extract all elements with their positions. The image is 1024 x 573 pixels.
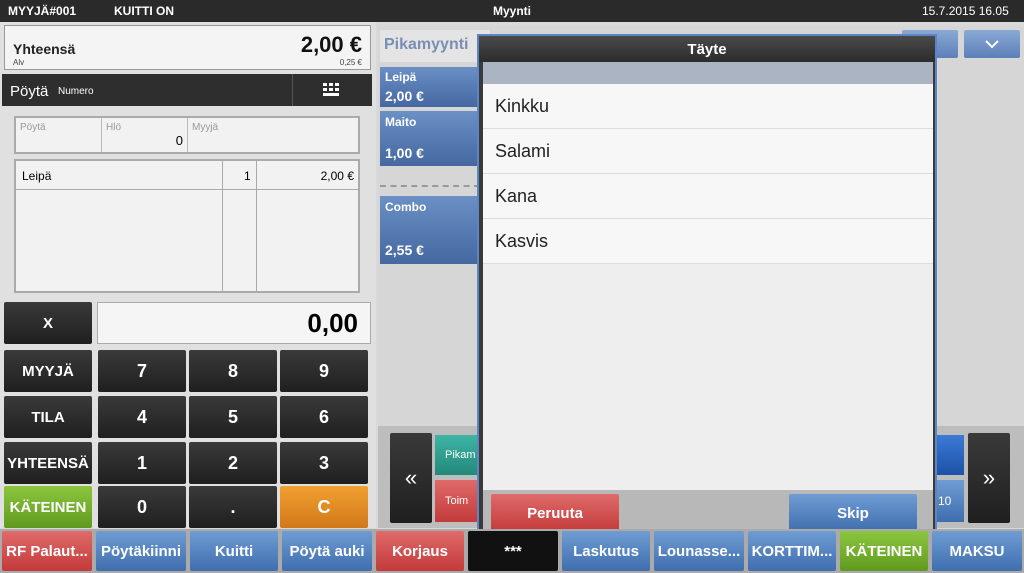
seller-label: MYYJÄ#001 [8, 4, 77, 18]
top-bar: MYYJÄ#001 KUITTI ON Myynti 15.7.2015 16.… [0, 0, 1024, 22]
dialog-spacer [483, 62, 933, 84]
key-5[interactable]: 5 [189, 396, 277, 438]
yhteensa-button[interactable]: YHTEENSÄ [4, 442, 92, 484]
category-tile-label: Pikam [445, 449, 476, 461]
maksu-button[interactable]: MAKSU [932, 531, 1022, 571]
keyboard-icon [322, 83, 339, 96]
category-tile-label: Toim [445, 495, 469, 507]
key-1[interactable]: 1 [98, 442, 186, 484]
dialog-item-kinkku[interactable]: Kinkku [483, 84, 933, 129]
next-page-button[interactable]: » [968, 433, 1010, 523]
hlo-field[interactable]: Hlö 0 [102, 118, 188, 152]
kateinen-button[interactable]: KÄTEINEN [840, 531, 928, 571]
tile-maito[interactable]: Maito 1,00 € [380, 111, 480, 166]
korjaus-button[interactable]: Korjaus [376, 531, 464, 571]
keypad-display-value: 0,00 [307, 308, 358, 338]
keypad-display: 0,00 [97, 302, 371, 344]
key-0[interactable]: 0 [98, 486, 186, 528]
skip-button[interactable]: Skip [789, 494, 917, 532]
vat-value: 0,25 € [339, 58, 362, 67]
key-3[interactable]: 3 [280, 442, 368, 484]
poyta-auki-button[interactable]: Pöytä auki [282, 531, 372, 571]
table-sub-label: Numero [58, 86, 94, 97]
poyta-label: Pöytä [20, 122, 46, 133]
myyja-button[interactable]: MYYJÄ [4, 350, 92, 392]
chevron-down-icon [985, 40, 999, 49]
window-title: Myynti [493, 4, 532, 18]
dialog-list: Kinkku Salami Kana Kasvis [483, 84, 933, 490]
cancel-button[interactable]: Peruuta [491, 494, 619, 532]
tile-price: 1,00 € [385, 145, 424, 161]
tile-combo[interactable]: Combo 2,55 € [380, 196, 480, 264]
kuitti-button[interactable]: Kuitti [190, 531, 278, 571]
kateinen-side-button[interactable]: KÄTEINEN [4, 486, 92, 528]
key-2[interactable]: 2 [189, 442, 277, 484]
total-label: Yhteensä [13, 41, 76, 57]
keyboard-button[interactable] [292, 74, 372, 106]
dialog-item-kana[interactable]: Kana [483, 174, 933, 219]
hlo-value: 0 [175, 133, 183, 148]
total-box: Yhteensä 2,00 € Alv 0,25 € [4, 25, 371, 70]
receipt-line[interactable]: Leipä 1 2,00 € [16, 161, 358, 189]
datetime: 15.7.2015 16.05 [922, 4, 1009, 18]
key-clear[interactable]: C [280, 486, 368, 528]
key-6[interactable]: 6 [280, 396, 368, 438]
receipt-status: KUITTI ON [114, 4, 174, 18]
tile-leipa[interactable]: Leipä 2,00 € [380, 67, 480, 107]
key-decimal[interactable]: . [189, 486, 277, 528]
tile-name: Combo [385, 200, 427, 214]
filling-dialog: Täyte Kinkku Salami Kana Kasvis Peruuta … [477, 34, 937, 538]
poyta-field[interactable]: Pöytä [16, 118, 102, 152]
table-label: Pöytä [10, 83, 49, 100]
tile-price: 2,55 € [385, 242, 424, 258]
receipt-line-name: Leipä [22, 169, 52, 183]
receipt-line-qty: 1 [244, 169, 251, 183]
pikamyynti-title: Pikamyynti [384, 36, 469, 53]
divider [380, 185, 480, 187]
x-button[interactable]: X [4, 302, 92, 344]
pikamyynti-header: Pikamyynti [380, 30, 490, 62]
laskutus-button[interactable]: Laskutus [562, 531, 650, 571]
info-fields: Pöytä Hlö 0 Myyjä [14, 116, 360, 154]
hlo-label: Hlö [106, 122, 122, 133]
key-8[interactable]: 8 [189, 350, 277, 392]
myyja-field[interactable]: Myyjä [188, 118, 358, 152]
table-row-bar[interactable]: Pöytä Numero [2, 74, 372, 106]
receipt-list[interactable]: Leipä 1 2,00 € [14, 159, 360, 293]
prev-page-button[interactable]: « [390, 433, 432, 523]
receipt-line-price: 2,00 € [320, 169, 354, 183]
dialog-item-salami[interactable]: Salami [483, 129, 933, 174]
tila-button[interactable]: TILA [4, 396, 92, 438]
rf-palautus-button[interactable]: RF Palaut... [2, 531, 92, 571]
tile-price: 2,00 € [385, 88, 424, 104]
key-7[interactable]: 7 [98, 350, 186, 392]
tile-name: Leipä [385, 70, 417, 84]
category-tile-label: 10 [938, 494, 952, 508]
key-4[interactable]: 4 [98, 396, 186, 438]
expand-button[interactable] [964, 30, 1020, 58]
myyja-label: Myyjä [192, 122, 219, 133]
total-value: 2,00 € [300, 32, 362, 57]
vat-label: Alv [13, 58, 25, 67]
dialog-title: Täyte [479, 36, 935, 62]
dialog-item-kasvis[interactable]: Kasvis [483, 219, 933, 264]
lounasseteli-button[interactable]: Lounasse... [654, 531, 744, 571]
korttimaksu-button[interactable]: KORTTIM... [748, 531, 836, 571]
key-9[interactable]: 9 [280, 350, 368, 392]
poytakiinni-button[interactable]: Pöytäkiinni [96, 531, 186, 571]
tile-name: Maito [385, 115, 417, 129]
stars-button[interactable]: *** [468, 531, 558, 571]
